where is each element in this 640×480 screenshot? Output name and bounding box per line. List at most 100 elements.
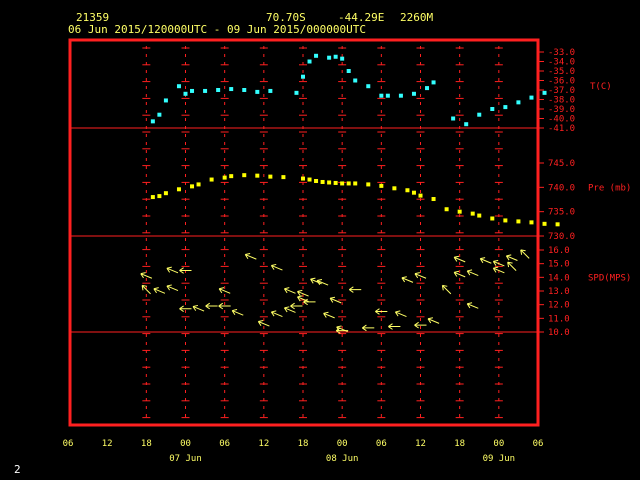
x-tick-label: 18 — [141, 439, 152, 449]
pres-point — [542, 221, 547, 226]
temp-point — [529, 95, 534, 100]
wind-arrow — [153, 287, 166, 294]
x-tick-label: 18 — [298, 439, 309, 449]
wind-arrow — [394, 310, 407, 317]
wind-arrow — [192, 304, 205, 312]
temp-point — [385, 93, 390, 98]
wind-tick-label: 16.0 — [548, 246, 570, 256]
pres-point — [307, 177, 312, 182]
date-label: 08 Jun — [326, 454, 359, 464]
date-label: 09 Jun — [483, 454, 516, 464]
pres-point — [516, 219, 521, 224]
pres-point — [555, 222, 560, 227]
temp-point — [229, 87, 234, 92]
temp-tick-label: -39.0 — [548, 105, 575, 115]
wind-arrow — [166, 266, 179, 274]
wind-arrow — [388, 323, 401, 330]
wind-arrow — [290, 302, 303, 310]
temp-point — [216, 88, 221, 92]
temp-point — [464, 122, 469, 127]
pres-point — [255, 173, 260, 178]
pres-tick-label: 735.0 — [548, 208, 575, 218]
temp-point — [314, 53, 319, 58]
wind-arrow — [244, 253, 257, 260]
pres-point — [222, 175, 227, 180]
weather-chart: -33.0-34.0-35.0-36.0-37.0-38.0-39.0-40.0… — [63, 38, 631, 464]
pres-point — [529, 220, 534, 225]
wind-arrow — [507, 261, 517, 271]
pres-point — [301, 176, 305, 181]
wind-arrow — [310, 277, 322, 285]
pres-axis-label: Pre (mb) — [588, 183, 631, 193]
x-tick-label: 12 — [102, 439, 113, 449]
pres-point — [503, 218, 508, 223]
wind-arrow — [166, 284, 179, 292]
wind-axis-label: SPD(MPS) — [588, 273, 631, 283]
wind-arrow — [453, 255, 466, 263]
temp-point — [307, 59, 312, 64]
temp-point — [353, 78, 358, 83]
date-label: 07 Jun — [169, 454, 202, 464]
temp-point — [294, 90, 299, 95]
wind-arrow — [316, 278, 329, 286]
pres-point — [392, 186, 397, 191]
wind-tick-label: 12.0 — [548, 301, 570, 311]
pres-point — [196, 182, 201, 187]
temp-point — [340, 56, 345, 61]
wind-arrow — [205, 302, 218, 310]
pres-point — [431, 197, 436, 202]
pres-point — [281, 175, 286, 180]
temp-point — [301, 74, 305, 79]
wind-arrow — [466, 269, 479, 276]
wind-arrow — [375, 308, 388, 315]
temp-point — [398, 93, 403, 98]
pres-tick-label: 730.0 — [548, 232, 575, 242]
pres-point — [209, 177, 214, 182]
wind-arrow — [270, 310, 283, 317]
wind-arrow — [505, 254, 518, 261]
temp-point — [542, 90, 547, 95]
temp-point — [255, 89, 260, 94]
temp-tick-label: -33.0 — [548, 48, 575, 58]
wind-arrow — [231, 309, 244, 316]
temp-point — [163, 98, 168, 103]
wind-arrow — [283, 306, 296, 313]
wind-arrow — [361, 324, 375, 332]
pres-point — [333, 180, 338, 185]
temp-point — [366, 84, 371, 89]
wind-tick-label: 15.0 — [548, 260, 570, 270]
temp-point — [268, 88, 273, 93]
temp-point — [150, 119, 155, 124]
wind-arrow — [348, 286, 362, 293]
pres-point — [314, 179, 319, 184]
x-tick-label: 06 — [533, 439, 544, 449]
pres-point — [340, 181, 345, 186]
x-tick-label: 00 — [337, 439, 348, 449]
temp-point — [176, 84, 181, 89]
pres-point — [229, 174, 234, 179]
pres-point — [157, 194, 162, 199]
temp-point — [346, 69, 351, 73]
pres-point — [457, 209, 462, 214]
pres-point — [346, 181, 351, 186]
pres-point — [405, 188, 410, 193]
temp-point — [379, 93, 384, 98]
wind-arrow — [520, 249, 530, 259]
pres-point — [176, 187, 181, 192]
temp-point — [333, 54, 338, 59]
wind-arrow — [141, 284, 151, 295]
x-tick-label: 00 — [493, 439, 504, 449]
pres-point — [190, 184, 195, 189]
pres-point — [490, 216, 495, 221]
pres-tick-label: 740.0 — [548, 183, 575, 193]
wind-arrow — [427, 317, 440, 324]
pres-point — [470, 211, 475, 216]
temp-point — [157, 112, 162, 117]
x-tick-label: 12 — [415, 439, 426, 449]
temp-point — [425, 86, 430, 91]
temp-point — [190, 88, 195, 93]
x-tick-label: 06 — [376, 439, 387, 449]
pres-point — [418, 193, 423, 198]
wind-arrow — [479, 257, 492, 264]
pres-point — [366, 182, 371, 187]
